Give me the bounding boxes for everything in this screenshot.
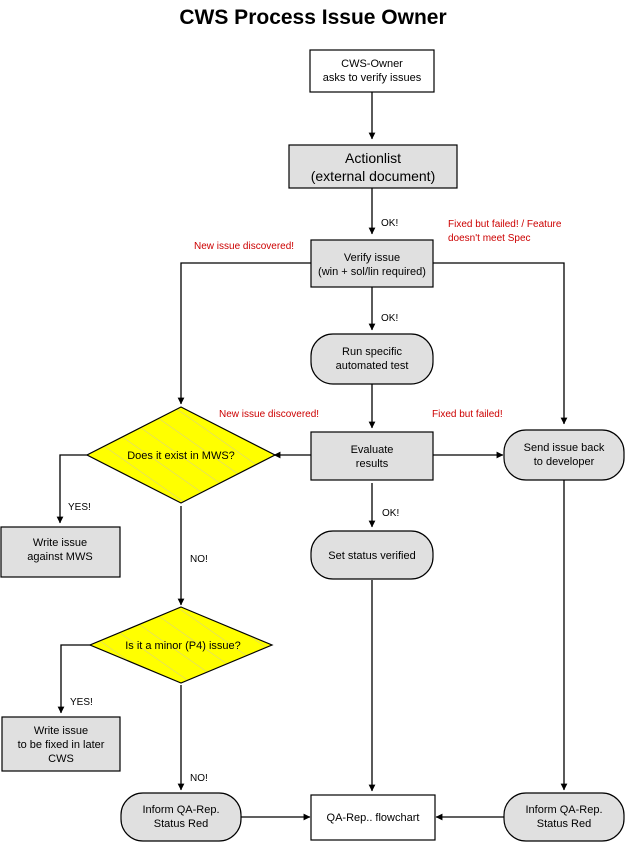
edge-label-new-issue-mid: New issue discovered!: [219, 409, 319, 420]
node-verify-issue-line2: (win + sol/lin required): [318, 266, 426, 278]
node-actionlist-line2: (external document): [311, 168, 436, 184]
page-title: CWS Process Issue Owner: [179, 6, 446, 29]
node-exists-mws-label: Does it exist in MWS?: [127, 450, 235, 462]
node-write-later-line1: Write issue: [34, 725, 88, 737]
node-verify-issue-line1: Verify issue: [344, 252, 400, 264]
node-actionlist[interactable]: Actionlist (external document): [288, 144, 458, 189]
edge-label-no-mws: NO!: [190, 554, 208, 565]
node-set-status-verified[interactable]: Set status verified: [310, 530, 434, 580]
node-inform-qa-left-line1: Inform QA-Rep.: [142, 804, 219, 816]
node-evaluate-results-line1: Evaluate: [351, 444, 394, 456]
node-qa-rep-flowchart[interactable]: QA-Rep.. flowchart: [310, 794, 436, 841]
node-send-issue-back-line2: to developer: [534, 456, 595, 468]
node-is-minor-p4-issue[interactable]: Is it a minor (P4) issue?: [88, 606, 274, 684]
node-inform-qa-rep-right[interactable]: Inform QA-Rep. Status Red: [503, 792, 625, 842]
connector-verify-to-send-back: [433, 262, 568, 425]
edge-label-yes-mws: YES!: [68, 502, 91, 513]
node-inform-qa-rep-left[interactable]: Inform QA-Rep. Status Red: [120, 792, 242, 842]
node-evaluate-results-line2: results: [356, 458, 389, 470]
edge-label-new-issue-top: New issue discovered!: [194, 241, 294, 252]
node-write-issue-against-mws[interactable]: Write issue against MWS: [0, 526, 121, 578]
node-write-later-line2: to be fixed in later: [18, 739, 105, 751]
flowchart-canvas: CWS Process Issue Owner CWS-Owner asks t…: [0, 0, 626, 842]
edge-label-ok-verify: OK!: [381, 313, 398, 324]
node-run-test-line1: Run specific: [342, 346, 402, 358]
node-qa-flowchart-label: QA-Rep.. flowchart: [327, 812, 420, 824]
edge-label-ok-evaluate: OK!: [382, 508, 399, 519]
node-inform-qa-right-line2: Status Red: [537, 818, 591, 830]
node-write-issue-mws-line2: against MWS: [27, 551, 92, 563]
edge-label-fixed-failed-line2: doesn't meet Spec: [448, 233, 531, 244]
node-does-it-exist-in-mws[interactable]: Does it exist in MWS?: [85, 406, 277, 504]
node-set-status-verified-line1: Set status verified: [328, 550, 415, 562]
connector-verify-to-mws-diamond: [177, 262, 311, 405]
node-write-issue-later-cws[interactable]: Write issue to be fixed in later CWS: [1, 716, 121, 772]
node-send-issue-back-line1: Send issue back: [524, 442, 605, 454]
node-minor-p4-label: Is it a minor (P4) issue?: [125, 640, 241, 652]
node-evaluate-results[interactable]: Evaluate results: [310, 431, 434, 481]
node-actionlist-line1: Actionlist: [345, 150, 401, 166]
node-cws-owner[interactable]: CWS-Owner asks to verify issues: [309, 49, 435, 93]
edge-label-yes-p4: YES!: [70, 697, 93, 708]
edge-label-fixed-but-failed: Fixed but failed!: [432, 409, 503, 420]
node-inform-qa-right-line1: Inform QA-Rep.: [525, 804, 602, 816]
node-verify-issue[interactable]: Verify issue (win + sol/lin required): [310, 239, 434, 288]
edge-label-no-p4: NO!: [190, 773, 208, 784]
node-cws-owner-line1: CWS-Owner: [341, 58, 403, 70]
node-run-test-line2: automated test: [336, 360, 409, 372]
node-run-automated-test[interactable]: Run specific automated test: [310, 333, 434, 385]
node-write-issue-mws-line1: Write issue: [33, 537, 87, 549]
edge-label-fixed-failed-line1: Fixed but failed! / Feature: [448, 219, 562, 230]
node-inform-qa-left-line2: Status Red: [154, 818, 208, 830]
node-cws-owner-line2: asks to verify issues: [323, 72, 422, 84]
edge-label-ok-actionlist: OK!: [381, 218, 398, 229]
node-write-later-line3: CWS: [48, 753, 74, 765]
node-send-issue-back[interactable]: Send issue back to developer: [503, 429, 625, 481]
